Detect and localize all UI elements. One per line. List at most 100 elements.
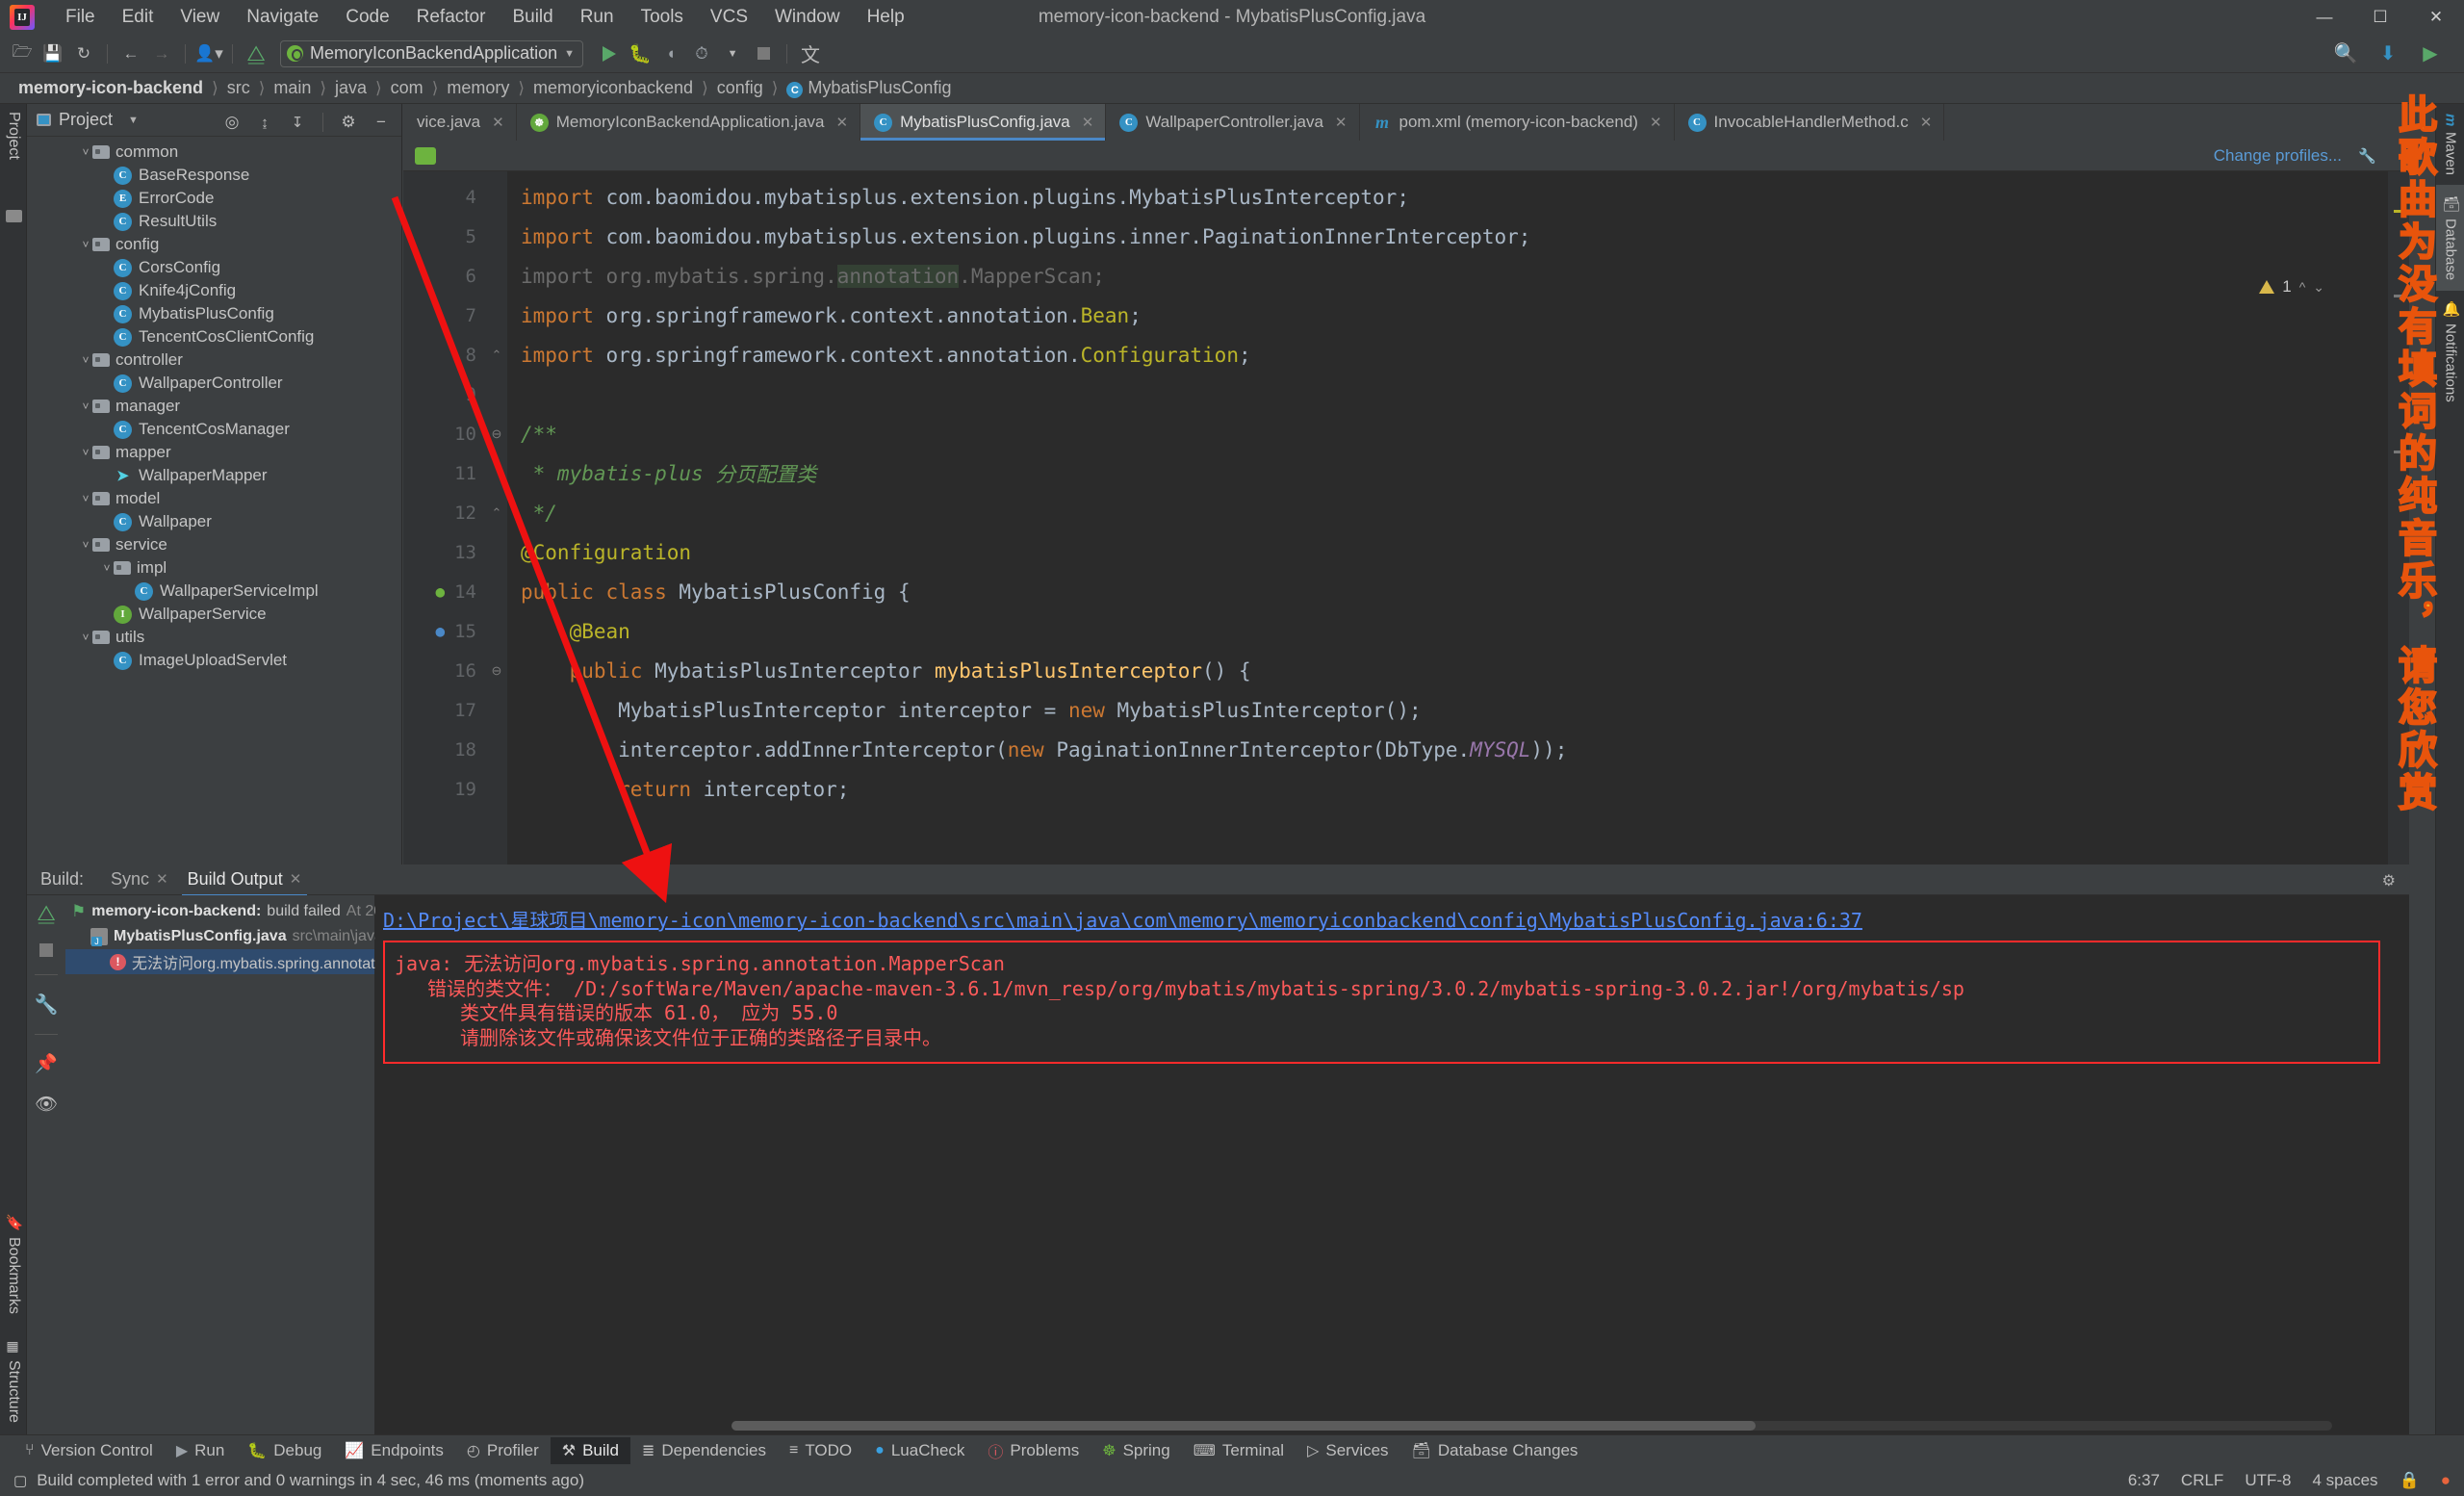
tree-node-model[interactable]: ˅ model xyxy=(27,487,401,510)
tree-node-utils[interactable]: ˅ utils xyxy=(27,626,401,649)
hide-icon[interactable]: − xyxy=(367,108,396,137)
tree-node-wallpaperserviceimpl[interactable]: ˅CWallpaperServiceImpl xyxy=(27,580,401,603)
wrench-icon[interactable]: 🔧 xyxy=(35,993,59,1017)
rail-item-notifications[interactable]: 🔔 Notifications xyxy=(2436,291,2464,412)
sync-icon[interactable]: ↻ xyxy=(69,39,98,68)
caret-position[interactable]: 6:37 xyxy=(2128,1471,2160,1490)
fold-marker[interactable]: ⌃ xyxy=(486,493,507,532)
bottom-tab-build[interactable]: ⚒ Build xyxy=(550,1436,630,1464)
breadcrumb-item-com[interactable]: com xyxy=(386,78,428,98)
stop-icon[interactable] xyxy=(39,943,53,957)
code-line-6[interactable]: import org.mybatis.spring. annotation .Map… xyxy=(507,256,2409,296)
editor-tab-4[interactable]: m pom.xml (memory-icon-backend) ✕ xyxy=(1360,104,1675,141)
build-hammer-icon[interactable]: ⧋ xyxy=(242,39,270,68)
close-icon[interactable]: ✕ xyxy=(1650,114,1662,131)
tree-node-controller[interactable]: ˅ controller xyxy=(27,348,401,372)
tree-node-config[interactable]: ˅ config xyxy=(27,233,401,256)
tree-node-mapper[interactable]: ˅ mapper xyxy=(27,441,401,464)
editor-tab-bar[interactable]: vice.java ✕ ☸ MemoryIconBackendApplication.… xyxy=(403,104,2409,141)
settings-gear-icon[interactable]: ⚙ xyxy=(2382,871,2396,890)
breadcrumb-item-project[interactable]: memory-icon-backend xyxy=(13,78,208,98)
build-tree-row[interactable]: MybatisPlusConfig.java src\main\java\com… xyxy=(65,924,501,949)
code-line-14[interactable]: public class MybatisPlusConfig { xyxy=(507,572,2409,611)
build-tab-sync[interactable]: Sync ✕ xyxy=(101,864,178,896)
settings-gear-icon[interactable]: ⚙ xyxy=(334,108,363,137)
expand-all-icon[interactable]: ↨ xyxy=(250,108,279,137)
minimize-button[interactable]: — xyxy=(2297,0,2352,35)
build-output-tree[interactable]: ⚑memory-icon-backend: build failed At 20… xyxy=(65,895,501,1434)
tree-node-wallpapercontroller[interactable]: ˅CWallpaperController xyxy=(27,372,401,395)
run-configuration-selector[interactable]: MemoryIconBackendApplication ▼ xyxy=(280,39,584,67)
breadcrumb[interactable]: memory-icon-backend ⟩ src ⟩ main ⟩ java … xyxy=(0,73,2464,104)
collapse-all-icon[interactable]: ↧ xyxy=(283,108,312,137)
code-line-4[interactable]: import com.baomidou.mybatisplus.extensio… xyxy=(507,177,2409,217)
menu-item-tools[interactable]: Tools xyxy=(628,2,697,33)
chevron-down-icon[interactable]: ˅ xyxy=(79,238,92,251)
tree-node-corsconfig[interactable]: ˅CCorsConfig xyxy=(27,256,401,279)
profile-run-icon[interactable]: ⏱ xyxy=(687,39,716,68)
code-line-18[interactable]: interceptor.addInnerInterceptor(new Pagi… xyxy=(507,730,2409,769)
indent-setting[interactable]: 4 spaces xyxy=(2313,1471,2378,1490)
menu-item-refactor[interactable]: Refactor xyxy=(403,2,500,33)
code-line-8[interactable]: import org.springframework.context.annot… xyxy=(507,335,2409,374)
tree-node-resultutils[interactable]: ˅CResultUtils xyxy=(27,210,401,233)
chevron-down-icon[interactable]: ˅ xyxy=(79,538,92,552)
file-encoding[interactable]: UTF-8 xyxy=(2245,1471,2291,1490)
bottom-tab-todo[interactable]: ≡ TODO xyxy=(778,1437,863,1464)
back-icon[interactable]: ← xyxy=(116,39,145,68)
bottom-tab-run[interactable]: ▶ Run xyxy=(165,1437,237,1464)
close-icon[interactable]: ✕ xyxy=(290,870,302,888)
error-stripe-scrollbar[interactable] xyxy=(2388,171,2409,864)
code-line-12[interactable]: */ xyxy=(507,493,2409,532)
chevron-down-icon[interactable]: ˅ xyxy=(79,446,92,459)
code-line-7[interactable]: import org.springframework.context.annot… xyxy=(507,296,2409,335)
tree-node-knife4jconfig[interactable]: ˅CKnife4jConfig xyxy=(27,279,401,302)
build-tab-bar[interactable]: Build: Sync ✕ Build Output ✕ ⚙ xyxy=(27,864,2409,897)
tree-node-mybatisplusconfig[interactable]: ˅CMybatisPlusConfig xyxy=(27,302,401,325)
code-line-16[interactable]: public MybatisPlusInterceptor mybatisPlu… xyxy=(507,651,2409,690)
error-file-link[interactable]: D:\Project\星球项目\memory-icon\memory-icon-… xyxy=(383,905,2409,933)
chevron-down-icon[interactable]: ▼ xyxy=(128,115,139,126)
menu-item-help[interactable]: Help xyxy=(854,2,918,33)
profile-icon[interactable]: 👤▾ xyxy=(194,39,223,68)
chevron-down-icon[interactable]: ˅ xyxy=(79,145,92,159)
tree-node-wallpaper[interactable]: ˅CWallpaper xyxy=(27,510,401,533)
tree-node-manager[interactable]: ˅ manager xyxy=(27,395,401,418)
inspection-status[interactable]: 1 ^ ⌄ xyxy=(2259,277,2324,297)
build-tab-build-output[interactable]: Build Output ✕ xyxy=(178,864,312,897)
chevron-down-icon[interactable]: ⌄ xyxy=(2313,279,2324,296)
code-line-17[interactable]: MybatisPlusInterceptor interceptor = new… xyxy=(507,690,2409,730)
chevron-down-icon[interactable]: ˅ xyxy=(100,561,114,575)
wrench-icon[interactable]: 🔧 xyxy=(2358,147,2376,165)
change-profiles-link[interactable]: Change profiles... xyxy=(2214,146,2342,166)
translate-icon[interactable]: 文 xyxy=(796,39,825,68)
rail-item-maven[interactable]: m Maven xyxy=(2436,104,2464,185)
bottom-tab-version-control[interactable]: ⑂ Version Control xyxy=(13,1437,165,1464)
code-line-11[interactable]: * mybatis-plus 分页配置类 xyxy=(507,453,2409,493)
close-icon[interactable]: ✕ xyxy=(492,114,504,131)
breadcrumb-item-memoryiconbackend[interactable]: memoryiconbackend xyxy=(528,78,698,98)
maximize-button[interactable]: ☐ xyxy=(2352,0,2408,35)
build-tree-row[interactable]: ! 无法访问org.mybatis.spring.annotation.Mappe… xyxy=(65,949,487,974)
breadcrumb-item-src[interactable]: src xyxy=(222,78,255,98)
code-line-13[interactable]: @Configuration xyxy=(507,532,2409,572)
menu-item-run[interactable]: Run xyxy=(567,2,628,33)
tree-node-wallpaperservice[interactable]: ˅IWallpaperService xyxy=(27,603,401,626)
editor-tab-5[interactable]: C InvocableHandlerMethod.c ✕ xyxy=(1675,104,1945,141)
window-controls[interactable]: — ☐ ✕ xyxy=(2297,0,2464,35)
search-icon[interactable]: 🔍 xyxy=(2331,39,2360,68)
line-separator[interactable]: CRLF xyxy=(2181,1471,2223,1490)
folder-icon[interactable] xyxy=(5,209,22,222)
lock-icon[interactable]: 🔒 xyxy=(2400,1471,2420,1490)
open-folder-icon[interactable]: 🗁 xyxy=(8,39,37,68)
tree-node-imageuploadservlet[interactable]: ˅CImageUploadServlet xyxy=(27,649,401,672)
editor-tab-1[interactable]: ☸ MemoryIconBackendApplication.java ✕ xyxy=(517,104,861,141)
editor-tab-2[interactable]: C MybatisPlusConfig.java ✕ xyxy=(860,104,1107,141)
menu-bar[interactable]: File Edit View Navigate Code Refactor Bu… xyxy=(52,2,918,33)
breadcrumb-item-class[interactable]: C MybatisPlusConfig xyxy=(782,78,956,99)
bottom-tab-luacheck[interactable]: ● LuaCheck xyxy=(863,1437,976,1464)
menu-item-vcs[interactable]: VCS xyxy=(697,2,761,33)
tree-node-tencentcosmanager[interactable]: ˅CTencentCosManager xyxy=(27,418,401,441)
bottom-tab-endpoints[interactable]: 📈 Endpoints xyxy=(333,1437,455,1464)
eye-icon[interactable]: 👁 xyxy=(35,1093,58,1116)
